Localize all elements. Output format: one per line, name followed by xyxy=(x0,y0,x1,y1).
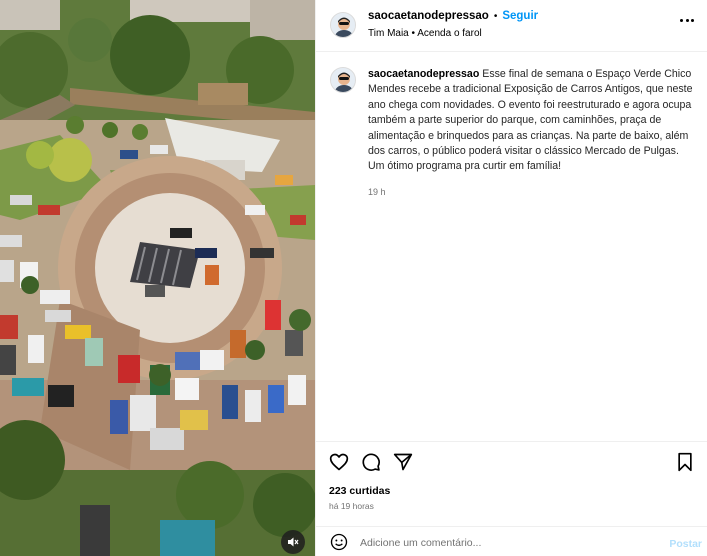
post-comment-button[interactable]: Postar xyxy=(669,538,702,550)
post-side-panel: saocaetanodepressao • Seguir Tim Maia • … xyxy=(315,0,707,556)
caption-text: Esse final de semana o Espaço Verde Chic… xyxy=(368,68,693,173)
bookmark-icon[interactable] xyxy=(675,452,695,472)
like-count[interactable]: 223 curtidas xyxy=(329,485,390,497)
audio-track[interactable]: Tim Maia • Acenda o farol xyxy=(368,28,482,39)
comment-box: Postar xyxy=(316,526,707,556)
header-separator: • xyxy=(493,10,498,22)
instagram-post: saocaetanodepressao • Seguir Tim Maia • … xyxy=(0,0,707,556)
avatar[interactable] xyxy=(330,12,356,38)
caption: saocaetanodepressao Esse final de semana… xyxy=(368,67,698,175)
header-username[interactable]: saocaetanodepressao xyxy=(368,10,489,22)
caption-avatar[interactable] xyxy=(330,67,356,93)
follow-button[interactable]: Seguir xyxy=(502,10,538,22)
more-options-icon[interactable] xyxy=(680,14,696,26)
caption-time: 19 h xyxy=(368,187,386,197)
post-media[interactable] xyxy=(0,0,315,556)
muted-speaker-icon[interactable] xyxy=(281,530,305,554)
emoji-icon[interactable] xyxy=(330,533,348,551)
share-icon[interactable] xyxy=(393,452,413,472)
post-header: saocaetanodepressao • Seguir Tim Maia • … xyxy=(316,0,707,52)
post-timestamp[interactable]: há 19 horas xyxy=(329,501,374,511)
caption-username[interactable]: saocaetanodepressao xyxy=(368,68,479,80)
comment-input[interactable] xyxy=(360,534,650,552)
comment-icon[interactable] xyxy=(361,452,381,472)
aerial-park-image xyxy=(0,0,315,556)
action-bar xyxy=(316,441,707,481)
heart-icon[interactable] xyxy=(329,452,349,472)
